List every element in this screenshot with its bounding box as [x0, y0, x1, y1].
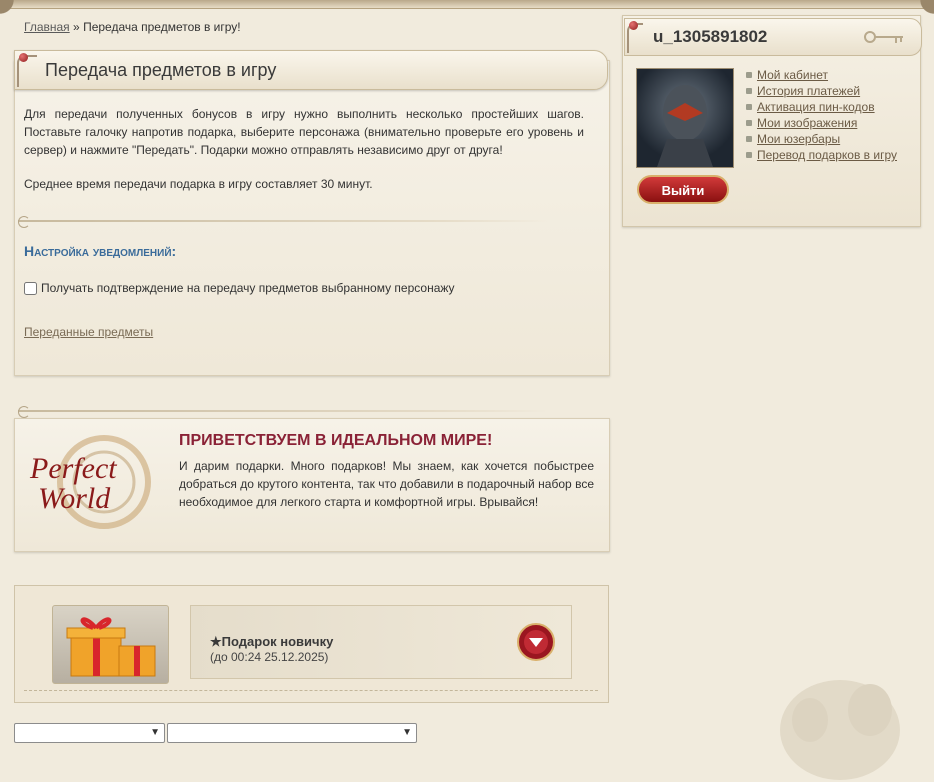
perfect-world-logo: Perfect World — [29, 435, 151, 529]
welcome-text: И дарим подарки. Много подарков! Мы знае… — [179, 459, 594, 509]
account-link-item: Активация пин-кодов — [746, 99, 897, 115]
gift-expiry: (до 00:24 25.12.2025) — [210, 650, 329, 664]
top-frame — [0, 0, 934, 9]
account-link-item: Мои изображения — [746, 115, 897, 131]
key-icon — [864, 31, 903, 43]
account-link-item: История платежей — [746, 83, 897, 99]
my-userbars-link[interactable]: Мои юзербары — [757, 132, 840, 146]
confirmation-checkbox-label: Получать подтверждение на передачу предм… — [41, 281, 455, 295]
pin-activation-link[interactable]: Активация пин-кодов — [757, 100, 875, 114]
decorative-character-art — [780, 680, 900, 780]
chevron-down-icon: ▼ — [402, 727, 412, 738]
payment-history-link[interactable]: История платежей — [757, 84, 860, 98]
notifications-heading: Настройка уведомлений: — [24, 243, 177, 259]
confirmation-checkbox-row[interactable]: Получать подтверждение на передачу предм… — [24, 281, 455, 295]
avatar[interactable] — [636, 68, 734, 168]
my-cabinet-link[interactable]: Мой кабинет — [757, 68, 828, 82]
gift-expand-button[interactable] — [517, 618, 555, 666]
breadcrumb-home-link[interactable]: Главная — [24, 20, 70, 34]
gift-thumbnail — [52, 605, 169, 684]
divider — [18, 216, 548, 228]
logout-button[interactable]: Выйти — [637, 175, 729, 204]
page-title-bar: Передача предметов в игру — [14, 50, 608, 90]
gift-name: ★Подарок новичку — [210, 634, 334, 649]
welcome-title: ПРИВЕТСТВУЕМ В ИДЕАЛЬНОМ МИРЕ! — [179, 432, 493, 449]
red-gem-icon — [629, 21, 638, 30]
corner-ornament-left — [0, 0, 28, 18]
breadcrumb-current: Передача предметов в игру! — [83, 20, 241, 34]
logo-text-perfect: Perfect — [29, 452, 117, 485]
account-link-item: Мой кабинет — [746, 67, 897, 83]
divider — [18, 406, 548, 418]
logo-text-world: World — [38, 482, 111, 515]
breadcrumb-separator: » — [73, 20, 80, 34]
username: u_1305891802 — [653, 27, 768, 46]
account-link-item: Мои юзербары — [746, 131, 897, 147]
account-links: Мой кабинет История платежей Активация п… — [746, 67, 897, 163]
intro-text: Для передачи полученных бонусов в игру н… — [24, 107, 584, 157]
page-title: Передача предметов в игру — [45, 60, 277, 80]
gift-box-icon — [66, 617, 156, 677]
my-images-link[interactable]: Мои изображения — [757, 116, 857, 130]
dashed-separator — [24, 690, 598, 691]
chevron-down-icon: ▼ — [150, 727, 160, 738]
account-link-item: Перевод подарков в игру — [746, 147, 897, 163]
breadcrumb: Главная » Передача предметов в игру! — [24, 20, 241, 34]
confirmation-checkbox[interactable] — [24, 281, 37, 295]
average-time-text: Среднее время передачи подарка в игру со… — [24, 177, 373, 191]
character-select[interactable]: ▼ — [14, 723, 165, 743]
transferred-items-link[interactable]: Переданные предметы — [24, 325, 153, 339]
armored-warrior-avatar — [657, 85, 713, 167]
server-select[interactable]: ▼ — [167, 723, 417, 743]
gift-transfer-link[interactable]: Перевод подарков в игру — [757, 148, 897, 162]
red-gem-icon — [19, 53, 28, 62]
